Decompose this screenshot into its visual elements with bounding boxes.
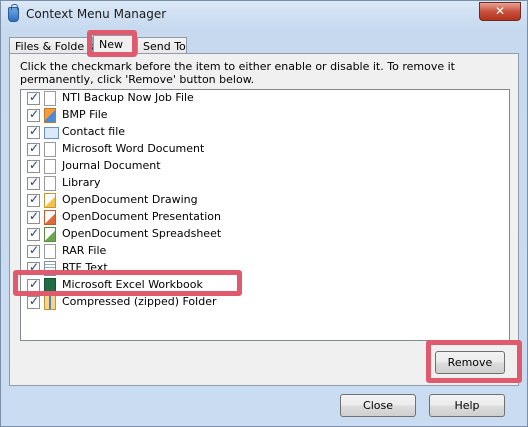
window-close-button[interactable]: ✕ (479, 2, 521, 21)
zip-folder-icon (44, 295, 56, 310)
list-item-label: RAR File (62, 244, 107, 257)
list-item[interactable]: NTI Backup Now Job File (21, 90, 501, 107)
list-item-label: Journal Document (62, 159, 161, 172)
list-item[interactable]: Microsoft Word Document (21, 141, 501, 158)
enable-checkbox[interactable] (27, 192, 40, 207)
list-item-label: Contact file (62, 125, 126, 138)
list-item[interactable]: RAR File (21, 243, 501, 260)
contact-card-icon (44, 127, 59, 139)
list-item-label: OpenDocument Presentation (62, 210, 221, 223)
blank-document-icon (44, 142, 56, 157)
list-item[interactable]: Contact file (21, 124, 501, 141)
excel-workbook-icon (44, 278, 56, 293)
blank-document-icon (44, 91, 56, 106)
help-button[interactable]: Help (429, 394, 505, 417)
list-item-label: OpenDocument Drawing (62, 193, 198, 206)
list-item-label: OpenDocument Spreadsheet (62, 227, 222, 240)
list-item-label: RTF Text (62, 261, 108, 274)
title-bar[interactable]: Context Menu Manager ✕ (1, 1, 527, 29)
list-item[interactable]: Microsoft Excel Workbook (21, 277, 501, 294)
enable-checkbox[interactable] (27, 124, 40, 139)
list-item[interactable]: BMP File (21, 107, 501, 124)
enable-checkbox[interactable] (27, 260, 40, 275)
tab-label: Send To (143, 40, 186, 53)
list-item[interactable]: OpenDocument Drawing (21, 192, 501, 209)
window-title: Context Menu Manager (26, 7, 167, 21)
remove-button[interactable]: Remove (435, 351, 505, 374)
instructions-text: Click the checkmark before the item to e… (20, 60, 455, 86)
enable-checkbox[interactable] (27, 294, 40, 309)
odp-document-icon (44, 210, 56, 225)
blank-document-icon (44, 244, 56, 259)
odg-document-icon (44, 193, 56, 208)
enable-checkbox[interactable] (27, 175, 40, 190)
list-item-label: Compressed (zipped) Folder (62, 295, 217, 308)
list-item[interactable]: Compressed (zipped) Folder (21, 294, 501, 311)
enable-checkbox[interactable] (27, 158, 40, 173)
list-item[interactable]: Journal Document (21, 158, 501, 175)
list-item-label: NTI Backup Now Job File (62, 91, 194, 104)
blank-document-icon (44, 159, 56, 174)
enable-checkbox[interactable] (27, 107, 40, 122)
ods-document-icon (44, 227, 56, 242)
bitmap-image-icon (44, 108, 56, 123)
rtf-document-icon (44, 261, 56, 276)
list-item-label: Microsoft Word Document (62, 142, 205, 155)
tab-new[interactable]: New (93, 35, 137, 55)
list-item[interactable]: OpenDocument Spreadsheet (21, 226, 501, 243)
context-menu-list[interactable]: NTI Backup Now Job File BMP File Contact… (20, 89, 510, 341)
list-item[interactable]: OpenDocument Presentation (21, 209, 501, 226)
blank-document-icon (44, 176, 56, 191)
tab-panel: Click the checkmark before the item to e… (9, 53, 519, 386)
tab-label: Files & Folde s (15, 40, 94, 53)
close-button[interactable]: Close (340, 394, 416, 417)
list-item-label: Library (62, 176, 101, 189)
enable-checkbox[interactable] (27, 141, 40, 156)
list-item-label: BMP File (62, 108, 108, 121)
enable-checkbox[interactable] (27, 209, 40, 224)
enable-checkbox[interactable] (27, 90, 40, 105)
tab-label: New (99, 38, 123, 51)
list-item[interactable]: RTF Text (21, 260, 501, 277)
list-item-label: Microsoft Excel Workbook (62, 278, 203, 291)
context-menu-manager-window: Context Menu Manager ✕ Files & Folde s N… (0, 0, 528, 427)
enable-checkbox[interactable] (27, 226, 40, 241)
list-item[interactable]: Library (21, 175, 501, 192)
enable-checkbox[interactable] (27, 243, 40, 258)
app-icon (8, 4, 19, 22)
enable-checkbox[interactable] (27, 277, 40, 292)
